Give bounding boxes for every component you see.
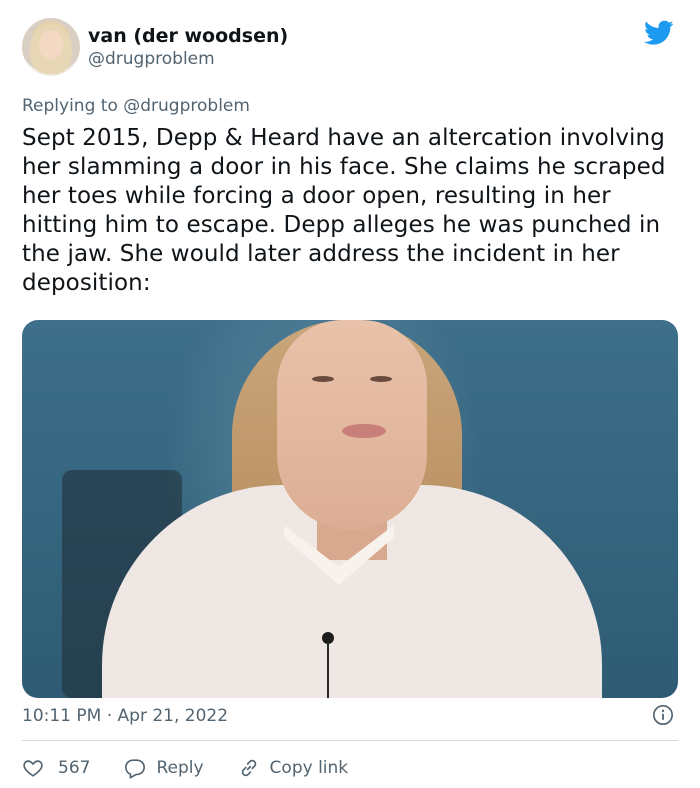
tweet-card: van (der woodsen) @drugproblem Replying … — [0, 0, 700, 788]
media-lips — [342, 424, 386, 438]
replying-to-prefix: Replying to — [22, 96, 118, 116]
replying-to-line: Replying to @drugproblem — [22, 94, 250, 118]
twitter-bird-icon[interactable] — [644, 20, 674, 46]
tweet-header: van (der woodsen) @drugproblem — [22, 18, 678, 80]
copy-link-label: Copy link — [269, 758, 349, 778]
avatar-face — [39, 30, 63, 60]
info-icon[interactable] — [652, 704, 674, 726]
action-bar: 567 Reply Copy link — [22, 754, 382, 782]
reply-button[interactable]: Reply — [124, 756, 204, 780]
media-eye-right — [370, 376, 392, 382]
speech-bubble-icon — [125, 759, 146, 779]
copy-link-button[interactable]: Copy link — [238, 756, 349, 780]
replying-to-mention[interactable]: @drugproblem — [123, 96, 250, 116]
divider — [22, 740, 678, 741]
media-microphone-wire — [327, 642, 329, 698]
like-count: 567 — [58, 758, 91, 778]
author-handle[interactable]: @drugproblem — [88, 48, 288, 70]
reply-label: Reply — [156, 758, 204, 778]
like-button[interactable]: 567 — [22, 756, 90, 780]
heart-icon — [23, 760, 43, 777]
author-display-name[interactable]: van (der woodsen) — [88, 24, 288, 48]
tweet-timestamp[interactable]: 10:11 PM · Apr 21, 2022 — [22, 704, 228, 728]
avatar[interactable] — [22, 18, 80, 76]
tweet-media-image[interactable] — [22, 320, 678, 698]
tweet-text: Sept 2015, Depp & Heard have an altercat… — [22, 125, 666, 296]
author-names: van (der woodsen) @drugproblem — [88, 24, 288, 70]
link-icon — [241, 759, 256, 777]
media-eye-left — [312, 376, 334, 382]
